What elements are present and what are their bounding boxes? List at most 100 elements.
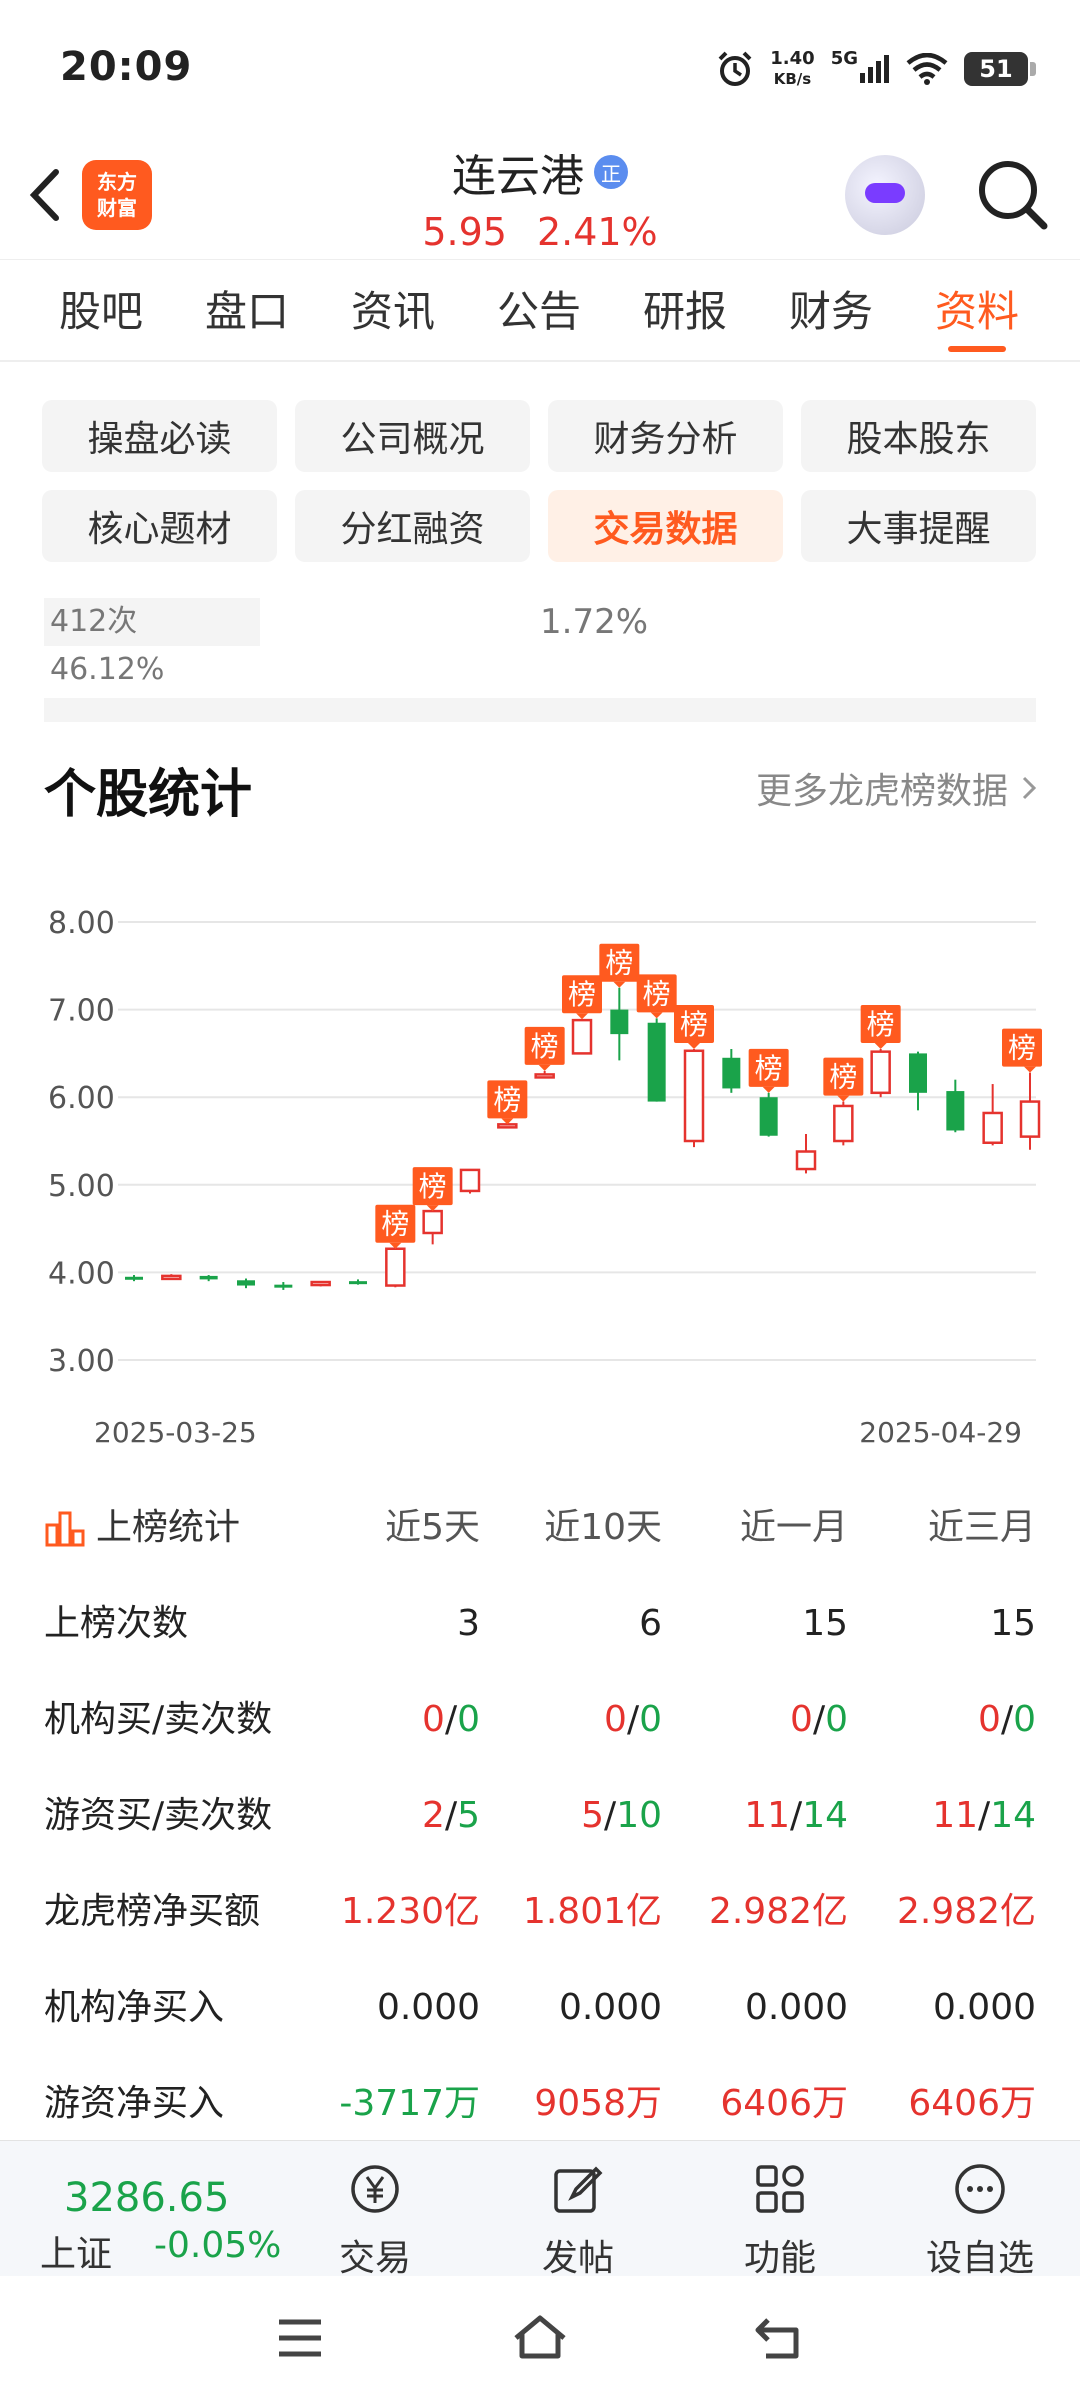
stats-cell: 0/0 [648,1672,848,1768]
tab-news[interactable]: 资讯 [320,262,466,360]
candle-body [795,1150,817,1171]
bar-chart-icon [45,1511,85,1547]
stats-cell: 11/14 [648,1768,848,1864]
candle-body [946,1091,965,1131]
ranking-marker-label: 榜 [531,1030,559,1063]
stats-col-10d[interactable]: 近10天 [462,1480,662,1576]
tab-guba[interactable]: 股吧 [28,262,174,360]
tab-research[interactable]: 研报 [612,262,758,360]
stats-cell: 2.982亿 [708,1891,848,1932]
stats-cell: 0/0 [280,1672,480,1768]
stats-cell: 0.000 [558,1987,662,2028]
nav-add-watchlist[interactable]: 设自选 [910,2153,1050,2279]
buy-count: 0 [604,1699,627,1740]
signal-icon: 5G [831,48,890,83]
ranking-marker-label: 榜 [829,1061,857,1094]
subtab-trading-data[interactable]: 交易数据 [548,490,783,562]
tab-pankou[interactable]: 盘口 [174,262,320,360]
robot-assistant-icon[interactable] [845,155,925,235]
stats-cell: 0.000 [376,1987,480,2028]
candle-body [683,1049,705,1143]
more-dots-icon [955,2164,1005,2214]
candle-body [982,1111,1003,1145]
stock-name-row: 连云港 正 [452,140,628,204]
candle-body [497,1123,518,1129]
ranking-marker-label: 榜 [680,1008,708,1041]
nav-functions[interactable]: 功能 [710,2153,850,2279]
section-title: 个股统计 [44,765,253,825]
home-icon[interactable] [510,2312,570,2362]
net-speed-unit: KB/s [773,70,812,88]
ranking-marker-pointer [1024,1066,1036,1073]
slash-separator: / [978,1795,991,1836]
stats-cell: 9058万 [534,2083,662,2124]
x-end-label: 2025-04-29 [859,1416,1022,1449]
candle-body [722,1057,741,1089]
stats-cell: 6406万 [908,2083,1036,2124]
candle-body [422,1209,443,1235]
candle-body [571,1018,593,1055]
subtab-dividends[interactable]: 分红融资 [295,490,530,562]
ranking-marker-label: 榜 [381,1208,409,1241]
nav-trade[interactable]: 交易 [305,2153,445,2279]
stats-cell: 0.000 [932,1987,1036,2028]
tab-finance[interactable]: 财务 [758,262,904,360]
ranking-marker-pointer [650,1012,663,1019]
ranking-marker-pointer [576,1013,588,1020]
stats-header-title: 上榜统计 [96,1507,241,1548]
stats-row: 游资买/卖次数 2/5 5/10 11/14 11/14 [0,1768,1080,1864]
stats-row: 上榜次数 3 6 15 15 [0,1576,1080,1672]
ranking-marker-label: 榜 [643,977,671,1010]
y-tick-label: 7.00 [48,994,115,1029]
sell-count: 14 [990,1795,1036,1836]
edit-post-icon [554,2166,603,2213]
sell-count: 0 [1013,1699,1036,1740]
slash-separator: / [790,1795,803,1836]
wifi-icon [906,53,948,85]
stats-col-1m[interactable]: 近一月 [648,1480,848,1576]
stats-cell: -3717万 [339,2083,480,2124]
back-nav-icon[interactable] [752,2314,806,2362]
stats-cell: 0/0 [462,1672,662,1768]
ranking-marker-label: 榜 [605,947,633,980]
stats-cell: 3 [457,1603,480,1644]
candle-body [349,1281,367,1285]
stock-header: 东方 财富 连云港 正 5.95 2.41% [0,130,1080,260]
stats-col-5d[interactable]: 近5天 [280,1480,480,1576]
slash-separator: / [812,1699,826,1740]
ranking-marker-pointer [837,1095,850,1102]
subtab-financial-analysis[interactable]: 财务分析 [548,400,783,472]
stats-cell: 1.230亿 [340,1891,480,1932]
subtab-must-read[interactable]: 操盘必读 [42,400,277,472]
tab-announcements[interactable]: 公告 [466,262,612,360]
index-change: -0.05% [154,2225,282,2266]
stats-cell: 6 [639,1603,662,1644]
subtab-core-themes[interactable]: 核心题材 [42,490,277,562]
candle-body [534,1073,555,1079]
stats-col-3m[interactable]: 近三月 [836,1480,1036,1576]
subtab-event-reminders[interactable]: 大事提醒 [801,490,1036,562]
slash-separator: / [626,1699,640,1740]
bottom-bar: 3286.65 上证 -0.05% 交易 发帖 功能 设自选 [0,2140,1080,2279]
ranking-marker-label: 榜 [755,1052,783,1085]
stats-row: 机构净买入 0.000 0.000 0.000 0.000 [0,1960,1080,2056]
stats-row-label: 游资净买入 [44,2083,225,2124]
ranking-marker-label: 榜 [1008,1032,1036,1065]
subtab-shareholders[interactable]: 股本股东 [801,400,1036,472]
candle-body [759,1097,778,1136]
more-dragon-tiger-link[interactable]: 更多龙虎榜数据 [756,762,1038,814]
nav-post[interactable]: 发帖 [508,2153,648,2279]
stats-row-label: 机构净买入 [44,1987,225,2028]
index-name: 上证 [40,2234,113,2275]
subtab-company-overview[interactable]: 公司概况 [295,400,530,472]
slash-separator: / [444,1699,458,1740]
y-tick-label: 5.00 [48,1169,115,1204]
stats-cell: 1.801亿 [522,1891,662,1932]
search-icon[interactable] [970,152,1054,236]
ranking-marker-pointer [688,1043,700,1050]
stats-cell: 2/5 [280,1768,480,1864]
status-time: 20:09 [60,44,193,90]
menu-icon[interactable] [275,2316,325,2360]
tab-profile[interactable]: 资料 [904,262,1050,360]
nav-trade-label: 交易 [338,2238,411,2279]
